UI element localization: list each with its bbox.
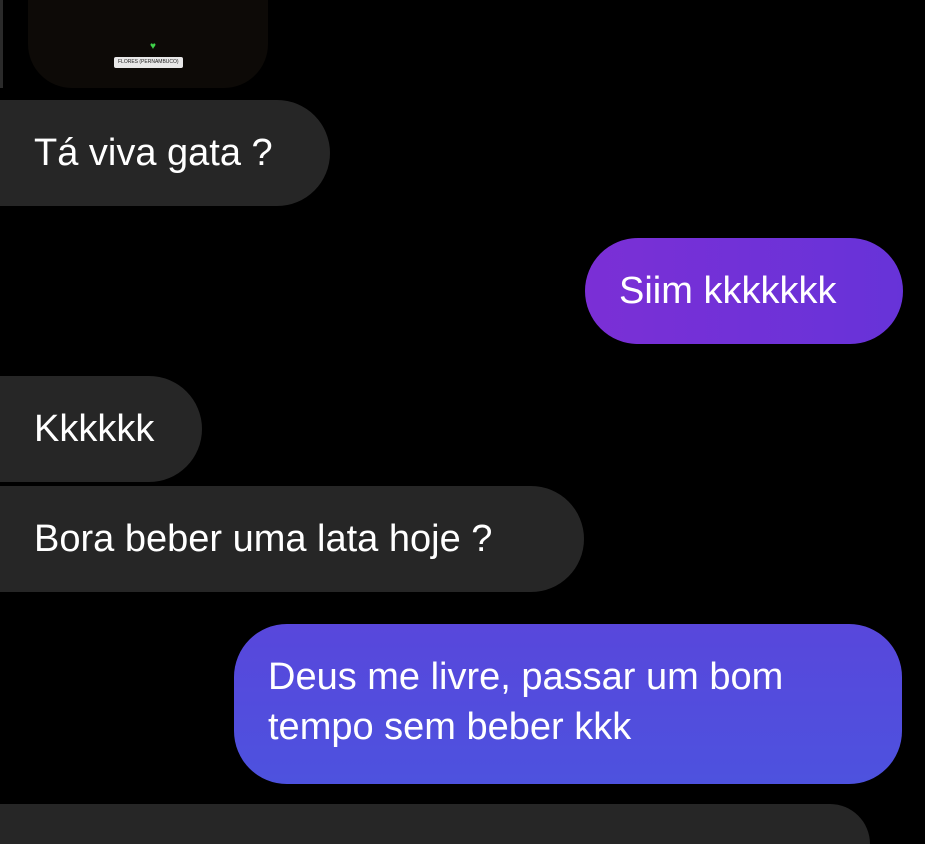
green-heart-icon: ♥ — [150, 41, 156, 52]
sent-message-bubble[interactable]: Siim kkkkkkk — [585, 238, 903, 344]
message-text: Kkkkkk — [34, 408, 155, 450]
received-message-bubble[interactable]: Tá viva gata ? — [0, 100, 330, 206]
story-reply-preview[interactable]: ♥ FLORES (PERNAMBUCO) — [28, 0, 268, 88]
message-text: Tá viva gata ? — [34, 132, 273, 174]
message-text: Bora beber uma lata hoje ? — [34, 518, 493, 560]
left-edge-bar — [0, 0, 3, 88]
received-message-bubble[interactable]: Kkkkkk — [0, 376, 202, 482]
message-text-line-2: tempo sem beber kkk — [268, 706, 632, 748]
sent-message-bubble[interactable]: Deus me livre, passar um bom tempo sem b… — [234, 624, 902, 784]
message-text: Siim kkkkkkk — [619, 270, 837, 312]
message-text-line-1: Deus me livre, passar um bom — [268, 656, 784, 698]
partial-received-message-bubble[interactable] — [0, 804, 870, 844]
received-message-bubble[interactable]: Bora beber uma lata hoje ? — [0, 486, 584, 592]
location-sticker: FLORES (PERNAMBUCO) — [114, 57, 183, 68]
